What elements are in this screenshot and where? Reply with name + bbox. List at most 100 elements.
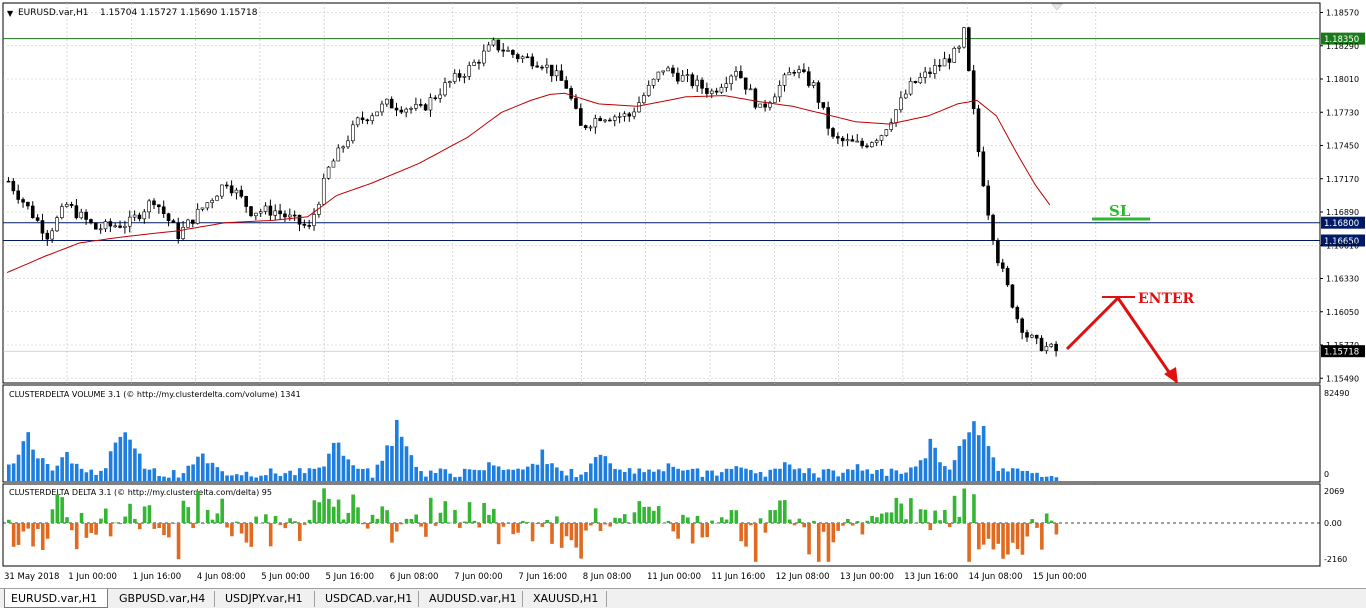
candle-body: [384, 98, 389, 105]
volume-bar: [288, 470, 292, 481]
delta-bar: [686, 517, 690, 523]
volume-bar: [419, 471, 423, 481]
delta-bar: [133, 518, 137, 523]
delta-bar: [40, 523, 45, 550]
sl-label: SL: [1109, 202, 1131, 220]
volume-bar: [1049, 475, 1054, 481]
volume-bar: [244, 471, 249, 481]
candle-body: [380, 103, 384, 113]
delta-bar: [734, 510, 739, 523]
delta-bar: [487, 514, 491, 523]
candle-body: [937, 65, 942, 67]
delta-bar: [831, 523, 836, 543]
delta-bar: [50, 509, 55, 523]
delta-bar: [778, 500, 782, 523]
volume-bar: [579, 474, 583, 481]
delta-bar: [749, 523, 753, 526]
volume-bar: [176, 477, 181, 481]
volume-bar: [598, 454, 603, 481]
volume-bar: [501, 469, 506, 481]
volume-bar: [84, 472, 89, 481]
delta-bar: [710, 520, 714, 523]
delta-bar: [559, 523, 564, 548]
candle-body: [855, 140, 860, 143]
price-tick-label: 1.17730: [1326, 108, 1359, 117]
delta-bar: [642, 506, 646, 523]
delta-bar: [94, 523, 98, 535]
candle-body: [719, 87, 724, 93]
candle-body: [409, 107, 413, 110]
volume-bar: [899, 473, 903, 481]
candle-body: [976, 108, 981, 153]
volume-bar: [70, 463, 74, 481]
tab-usdjpy[interactable]: USDJPY.var,H1: [219, 591, 315, 607]
price-level-label: 1.16800: [1324, 219, 1359, 229]
delta-bar: [622, 514, 627, 523]
candle-body: [603, 119, 607, 122]
symbol-label: EURUSD.var,H1: [18, 8, 89, 18]
delta-bar: [458, 523, 462, 528]
tab-xauusd[interactable]: XAUUSD,H1: [527, 591, 607, 607]
volume-bar: [700, 476, 705, 481]
volume-bar: [472, 469, 477, 481]
candle-body: [452, 73, 457, 82]
candle-body: [74, 205, 79, 219]
volume-panel[interactable]: [2, 384, 1321, 483]
tab-audusd[interactable]: AUDUSD.var,H1: [423, 591, 523, 607]
volume-bar: [559, 470, 564, 481]
delta-bar: [637, 501, 642, 523]
volume-bar: [365, 468, 370, 481]
volume-bar: [448, 473, 452, 481]
volume-bar: [94, 474, 98, 481]
volume-bar: [99, 470, 103, 481]
delta-bar: [176, 523, 181, 560]
candle-body: [651, 78, 656, 86]
candle-body: [428, 97, 433, 111]
candle-body: [123, 225, 127, 228]
volume-bar: [230, 475, 234, 481]
volume-bar: [860, 470, 865, 481]
volume-bar: [7, 464, 11, 481]
candle-body: [772, 96, 777, 103]
chart-menu-icon[interactable]: ▼: [7, 9, 14, 18]
tab-gbpusd[interactable]: GBPUSD.var,H4: [113, 591, 215, 607]
candle-body: [273, 210, 278, 216]
volume-bar: [404, 446, 409, 481]
delta-bar: [234, 521, 239, 523]
price-panel[interactable]: [2, 2, 1321, 384]
tab-eurusd[interactable]: EURUSD.var,H1: [4, 589, 108, 608]
volume-bar: [622, 472, 627, 481]
candle-body: [258, 211, 263, 214]
tab-label: GBPUSD.var,H4: [119, 592, 206, 605]
candle-body: [860, 140, 864, 147]
delta-bar: [618, 518, 622, 523]
volume-bar: [186, 465, 191, 481]
delta-bar: [157, 523, 161, 528]
volume-bar: [695, 468, 700, 481]
tab-usdcad[interactable]: USDCAD.var,H1: [319, 591, 419, 607]
delta-bar: [671, 523, 676, 532]
volume-bar: [773, 468, 777, 481]
candle-body: [637, 102, 641, 113]
volume-bar: [79, 468, 84, 481]
candle-body: [530, 56, 535, 67]
delta-bar: [773, 510, 777, 523]
candle-body: [564, 80, 569, 89]
volume-bar: [632, 473, 637, 481]
delta-bar: [768, 510, 773, 523]
volume-bar: [671, 466, 676, 481]
delta-bar: [632, 512, 637, 523]
delta-bar: [1044, 513, 1049, 523]
candle-body: [899, 97, 903, 111]
volume-bar: [923, 458, 928, 481]
volume-bar: [108, 451, 113, 481]
candle-body: [297, 214, 302, 225]
volume-bar: [555, 467, 559, 481]
candle-body: [326, 166, 331, 179]
candle-body: [1025, 332, 1029, 338]
delta-bar: [1049, 520, 1054, 523]
volume-bar: [516, 468, 520, 481]
delta-bar: [501, 523, 506, 527]
delta-bar: [230, 523, 234, 537]
delta-bar: [74, 523, 79, 550]
